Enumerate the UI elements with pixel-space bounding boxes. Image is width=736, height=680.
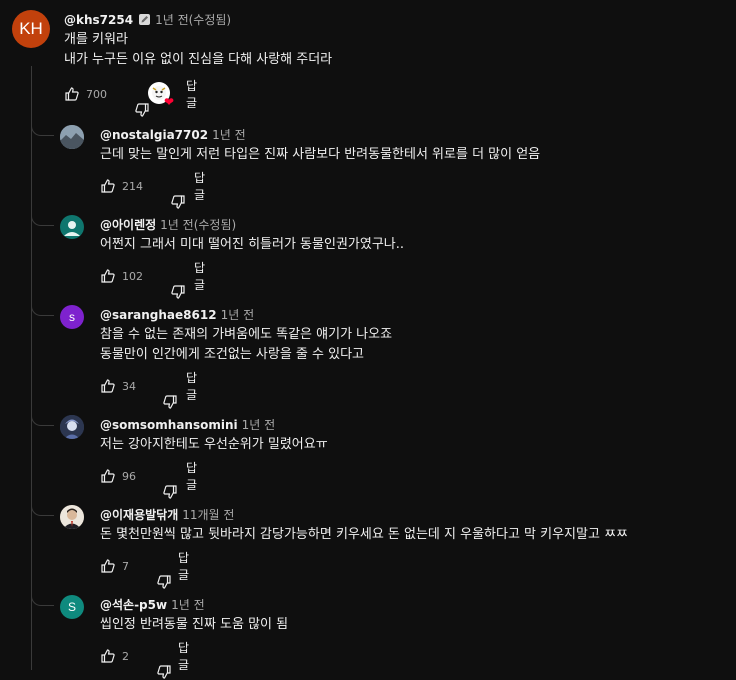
comment-time[interactable]: 1년 전 xyxy=(221,306,255,323)
reply-button[interactable]: 답글 xyxy=(186,369,197,403)
comment-author[interactable]: @somsomhansomini xyxy=(100,418,238,432)
comment-author[interactable]: @석손-p5w xyxy=(100,596,167,613)
comment-line: 어쩐지 그래서 미대 떨어진 히틀러가 동물인권가였구나.. xyxy=(100,237,405,252)
avatar[interactable]: KH xyxy=(12,10,50,48)
comment-author[interactable]: @아이렌정 xyxy=(100,216,156,233)
comment-header: @saranghae8612 1년 전 xyxy=(100,306,254,323)
comment-line: 개를 키워라 xyxy=(64,32,128,47)
like-count: 7 xyxy=(122,559,129,573)
like-count: 96 xyxy=(122,469,136,483)
comment-time[interactable]: 1년 전(수정됨) xyxy=(160,216,236,233)
thread-connector xyxy=(31,123,54,136)
like-count: 102 xyxy=(122,269,143,283)
like-count: 2 xyxy=(122,649,129,663)
thumbs-up-icon[interactable] xyxy=(100,648,116,664)
comment-line: 씹인정 반려동물 진짜 도움 많이 됨 xyxy=(100,617,289,632)
comment-header: @석손-p5w 1년 전 xyxy=(100,596,205,613)
comment-text: 저는 강아지한테도 우선순위가 밀렸어요ㅠ xyxy=(100,435,328,455)
comment-text: 씹인정 반려동물 진짜 도움 많이 됨 xyxy=(100,615,288,635)
reply-button[interactable]: 답글 xyxy=(178,549,189,583)
comment-actions: 700 ❤ 답글 xyxy=(64,79,199,117)
thread-connector xyxy=(31,413,54,426)
thumbs-down-icon[interactable] xyxy=(154,178,185,209)
thumbs-up-icon[interactable] xyxy=(100,558,116,574)
comment-author[interactable]: @이재용발닦개 xyxy=(100,506,178,523)
comment-header: @somsomhansomini 1년 전 xyxy=(100,416,275,433)
comment-line: 참을 수 없는 존재의 가벼움에도 똑같은 얘기가 나오죠 xyxy=(100,327,393,342)
comment-actions: 102 답글 xyxy=(100,261,205,299)
like-count: 34 xyxy=(122,379,136,393)
thumbs-up-icon[interactable] xyxy=(100,468,116,484)
comment-line: 근데 맞는 말인게 저런 타입은 진짜 사람보다 반려동물한테서 위로를 더 많… xyxy=(100,147,541,162)
avatar[interactable] xyxy=(60,215,84,239)
thumbs-up-icon[interactable] xyxy=(64,86,80,102)
thumbs-down-icon[interactable] xyxy=(154,268,185,299)
avatar[interactable] xyxy=(60,125,84,149)
thumbs-down-icon[interactable] xyxy=(146,468,177,499)
thumbs-up-icon[interactable] xyxy=(100,378,116,394)
comment-time[interactable]: 1년 전 xyxy=(171,596,205,613)
comment-actions: 7 답글 xyxy=(100,551,189,589)
comment-header: @이재용발닦개 11개월 전 xyxy=(100,506,234,523)
avatar[interactable]: s xyxy=(60,305,84,329)
thumbs-down-icon[interactable] xyxy=(118,86,149,117)
comment-time[interactable]: 1년 전 xyxy=(212,126,246,143)
reply-button[interactable]: 답글 xyxy=(178,639,189,673)
comment-header: @nostalgia7702 1년 전 xyxy=(100,126,246,143)
comment-text: 개를 키워라 내가 누구든 이유 없이 진심을 다해 사랑해 주더라 xyxy=(64,30,332,70)
comment-author[interactable]: @saranghae8612 xyxy=(100,308,217,322)
thumbs-up-icon[interactable] xyxy=(100,178,116,194)
comment-actions: 96 답글 xyxy=(100,461,197,499)
thread-connector xyxy=(31,503,54,516)
thumbs-down-icon[interactable] xyxy=(146,378,177,409)
avatar[interactable] xyxy=(60,505,84,529)
comment-actions: 2 답글 xyxy=(100,641,189,679)
reply-button[interactable]: 답글 xyxy=(186,77,199,111)
comment-time[interactable]: 1년 전 xyxy=(242,416,276,433)
thread-connector xyxy=(31,213,54,226)
comment-author[interactable]: @nostalgia7702 xyxy=(100,128,208,142)
comment-line: 돈 몇천만원씩 많고 뒷바라지 감당가능하면 키우세요 돈 없는데 지 우울하다… xyxy=(100,527,628,542)
comment-header: @khs7254 1년 전(수정됨) xyxy=(64,11,231,28)
reply-button[interactable]: 답글 xyxy=(186,459,197,493)
comment-text: 어쩐지 그래서 미대 떨어진 히틀러가 동물인권가였구나.. xyxy=(100,235,404,255)
comment-line: 내가 누구든 이유 없이 진심을 다해 사랑해 주더라 xyxy=(64,52,333,67)
thumbs-down-icon[interactable] xyxy=(140,648,171,679)
comment-text: 돈 몇천만원씩 많고 뒷바라지 감당가능하면 키우세요 돈 없는데 지 우울하다… xyxy=(100,525,628,545)
comment-header: @아이렌정 1년 전(수정됨) xyxy=(100,216,236,233)
reply-button[interactable]: 답글 xyxy=(194,259,205,293)
edit-badge-icon xyxy=(138,13,151,26)
comment-actions: 34 답글 xyxy=(100,371,197,409)
thread-connector xyxy=(31,593,54,606)
reply-button[interactable]: 답글 xyxy=(194,169,205,203)
comment-line: 저는 강아지한테도 우선순위가 밀렸어요ㅠ xyxy=(100,437,328,452)
creator-heart-icon: ❤ xyxy=(148,82,174,108)
comment-time[interactable]: 1년 전(수정됨) xyxy=(155,11,231,28)
avatar[interactable]: S xyxy=(60,595,84,619)
comment-line: 동물만이 인간에게 조건없는 사랑을 줄 수 있다고 xyxy=(100,347,364,362)
thumbs-down-icon[interactable] xyxy=(140,558,171,589)
like-count: 214 xyxy=(122,179,143,193)
comment-author[interactable]: @khs7254 xyxy=(64,13,133,27)
thumbs-up-icon[interactable] xyxy=(100,268,116,284)
comment-actions: 214 답글 xyxy=(100,171,205,209)
like-count: 700 xyxy=(86,87,107,101)
comment-text: 근데 맞는 말인게 저런 타입은 진짜 사람보다 반려동물한테서 위로를 더 많… xyxy=(100,145,540,165)
avatar[interactable] xyxy=(60,415,84,439)
reply-thread-line xyxy=(31,66,32,670)
comment-text: 참을 수 없는 존재의 가벼움에도 똑같은 얘기가 나오죠 동물만이 인간에게 … xyxy=(100,325,392,365)
thread-connector xyxy=(31,303,54,316)
comment-time[interactable]: 11개월 전 xyxy=(182,506,234,523)
